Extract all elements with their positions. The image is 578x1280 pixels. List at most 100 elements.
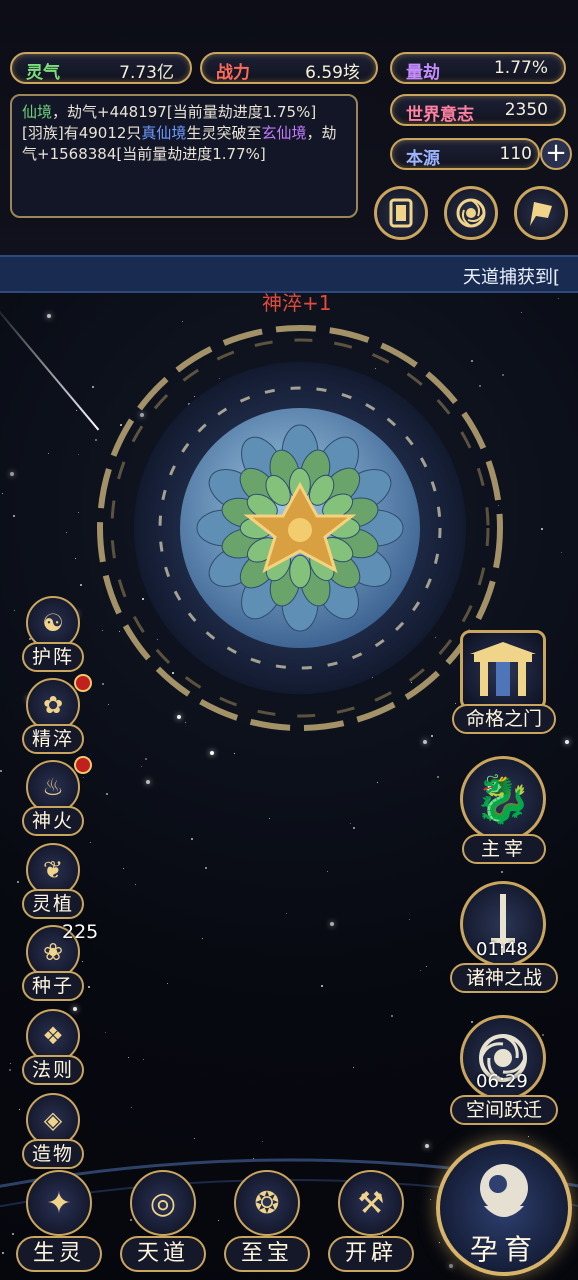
stat-liangjie-value: 1.77% xyxy=(493,58,548,78)
star xyxy=(326,871,328,873)
stat-lingqi-label: 灵气 xyxy=(26,63,60,83)
incubate-label: 孕育 xyxy=(469,1233,538,1266)
star xyxy=(560,552,562,554)
star xyxy=(134,883,136,885)
star xyxy=(408,919,410,921)
star xyxy=(377,781,379,783)
side-button-zhongzi[interactable]: ❀ 种子 225 xyxy=(20,921,98,1003)
stat-liangjie-label: 量劫 xyxy=(406,63,440,83)
cloud-swirl-icon: ◎ xyxy=(130,1170,196,1236)
star xyxy=(1,492,3,494)
side-button-lingzhi-label: 灵植 xyxy=(22,889,84,919)
add-benyuan-button[interactable]: + xyxy=(540,138,572,170)
side-button-huzhen-label: 护阵 xyxy=(22,642,84,672)
log-line2-highlight-purple: 玄仙境 xyxy=(261,124,307,142)
star xyxy=(90,842,92,844)
star xyxy=(437,776,440,779)
seed-count: 225 xyxy=(62,921,99,943)
bottom-button-shengling[interactable]: ✦ 生灵 xyxy=(14,1170,104,1275)
log-line2-text-a: [羽族]有49012只 xyxy=(22,124,142,142)
star xyxy=(390,1015,393,1018)
bottom-button-zhibao[interactable]: ❂ 至宝 xyxy=(222,1170,312,1275)
news-ticker: 天道捕获到[ xyxy=(0,255,578,293)
side-button-huzhen[interactable]: ☯ 护阵 xyxy=(20,596,86,674)
star xyxy=(500,870,503,873)
star xyxy=(46,313,51,318)
bottom-button-zhibao-label: 至宝 xyxy=(224,1236,310,1272)
stat-lingqi[interactable]: 灵气 7.73亿 xyxy=(10,52,192,84)
stat-zhanli[interactable]: 战力 6.59垓 xyxy=(200,52,378,84)
side-button-shenhuo-label: 神火 xyxy=(22,806,84,836)
star xyxy=(422,740,427,745)
zhushen-battle-button[interactable]: 01:48 诸神之战 xyxy=(450,881,558,996)
card-button[interactable] xyxy=(374,186,428,240)
ticker-text: 天道捕获到[ xyxy=(462,267,560,288)
star xyxy=(0,770,3,773)
star xyxy=(79,584,82,587)
star xyxy=(13,610,15,612)
zhuzai-button[interactable]: 🐉 主宰 xyxy=(452,756,556,866)
star xyxy=(205,867,208,870)
star xyxy=(352,1067,354,1069)
vortex-button[interactable] xyxy=(444,186,498,240)
lotus-petal xyxy=(289,554,312,589)
bottom-button-tiandao[interactable]: ◎ 天道 xyxy=(118,1170,208,1275)
stat-shijie-label: 世界意志 xyxy=(406,105,474,125)
star xyxy=(191,838,194,841)
star xyxy=(106,792,109,795)
stat-shijie[interactable]: 世界意志 2350 xyxy=(390,94,566,126)
bottom-button-kaipi-label: 开辟 xyxy=(328,1236,414,1272)
zhushen-battle-label: 诸神之战 xyxy=(450,963,558,993)
world-orb[interactable] xyxy=(90,318,510,738)
star xyxy=(540,528,543,531)
star xyxy=(268,817,270,819)
bottom-button-kaipi[interactable]: ⚒ 开辟 xyxy=(326,1170,416,1275)
stat-benyuan[interactable]: 本源 110 xyxy=(390,138,540,170)
side-button-jingcui-label: 精淬 xyxy=(22,724,84,754)
star xyxy=(419,970,421,972)
log-line-1: 仙境，劫气+448197[当前量劫进度1.75%] xyxy=(22,102,346,123)
kongjian-jump-button[interactable]: 06:29 空间跃迁 xyxy=(450,1015,558,1130)
side-button-zhongzi-label: 种子 xyxy=(22,971,84,1001)
notification-dot xyxy=(74,756,92,774)
meteor-streak xyxy=(0,299,100,431)
stat-shijie-value: 2350 xyxy=(504,100,548,120)
zhuzai-label: 主宰 xyxy=(462,834,546,864)
stat-liangjie[interactable]: 量劫 1.77% xyxy=(390,52,566,84)
side-button-shenhuo[interactable]: ♨ 神火 xyxy=(20,756,92,838)
star xyxy=(13,515,16,518)
star xyxy=(202,937,204,939)
bottom-button-shengling-label: 生灵 xyxy=(16,1236,102,1272)
star xyxy=(425,965,427,967)
star xyxy=(16,881,19,884)
stat-zhanli-label: 战力 xyxy=(216,63,250,83)
side-button-jingcui[interactable]: ✿ 精淬 xyxy=(20,674,92,756)
kongjian-timer: 06:29 xyxy=(476,1071,528,1092)
plus-icon: + xyxy=(545,138,567,168)
gate-icon xyxy=(460,630,546,710)
side-button-faze[interactable]: ❖ 法则 xyxy=(20,1009,86,1087)
star xyxy=(8,1068,11,1071)
log-line2-highlight-blue: 真仙境 xyxy=(141,124,187,142)
axe-icon: ⚒ xyxy=(338,1170,404,1236)
star xyxy=(9,1063,11,1065)
incubate-button[interactable]: 孕育 xyxy=(436,1140,572,1276)
star xyxy=(144,757,147,760)
star xyxy=(350,822,352,824)
zhushen-timer: 01:48 xyxy=(476,939,528,960)
star xyxy=(75,557,77,559)
star xyxy=(76,410,78,412)
mingge-gate-button[interactable]: 命格之门 xyxy=(452,630,556,740)
log-line2-text-c: 生灵突破至 xyxy=(186,124,262,142)
star xyxy=(131,1106,132,1108)
side-button-lingzhi[interactable]: ❦ 灵植 xyxy=(20,843,86,921)
star xyxy=(10,472,15,477)
dragon-icon: 🐉 xyxy=(460,756,546,842)
star xyxy=(77,454,79,456)
flag-button[interactable] xyxy=(514,186,568,240)
notification-dot xyxy=(74,674,92,692)
log-line1-text: ，劫气+448197[当前量劫进度1.75%] xyxy=(52,103,317,121)
card-icon xyxy=(389,198,413,228)
star xyxy=(210,750,215,755)
treasure-flame-icon: ❂ xyxy=(234,1170,300,1236)
